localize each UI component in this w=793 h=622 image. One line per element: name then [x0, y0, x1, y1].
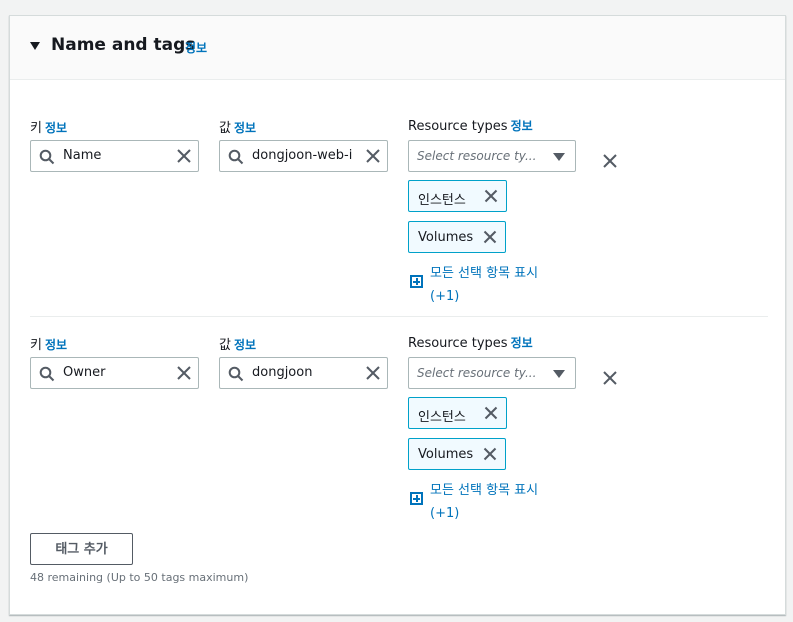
dismiss-token-icon[interactable]	[483, 447, 497, 461]
collapse-caret-icon[interactable]	[30, 42, 40, 50]
remove-tag-icon[interactable]	[602, 153, 618, 169]
show-all-line2: (+1)	[430, 289, 460, 304]
resource-token-label: Volumes	[418, 447, 474, 462]
key-input-value: Owner	[63, 365, 106, 380]
panel-title: Name and tags	[51, 35, 196, 55]
show-all-line1: 모든 선택 항목 표시	[430, 266, 539, 281]
dismiss-token-icon[interactable]	[484, 406, 498, 420]
row-divider	[30, 316, 768, 317]
resource-types-label: Resource types 정보	[408, 334, 533, 351]
resource-types-label-text: Resource types	[408, 336, 508, 351]
key-input[interactable]: Owner	[30, 357, 199, 389]
resource-types-info-link[interactable]: 정보	[511, 336, 533, 350]
show-all-selected-link[interactable]: 모든 선택 항목 표시 (+1)	[410, 262, 570, 308]
plus-square-icon	[410, 275, 423, 288]
show-all-text: 모든 선택 항목 표시 (+1)	[430, 262, 570, 308]
resource-types-placeholder: Select resource ty...	[417, 366, 537, 380]
value-label-text: 값	[219, 121, 231, 136]
caret-down-icon	[553, 153, 565, 161]
panel-header: Name and tags 정보	[10, 16, 785, 80]
clear-key-icon[interactable]	[176, 365, 192, 381]
key-label: 키 정보	[30, 334, 67, 353]
resource-types-placeholder: Select resource ty...	[417, 149, 537, 163]
show-all-selected-link[interactable]: 모든 선택 항목 표시 (+1)	[410, 479, 570, 525]
value-label: 값 정보	[219, 334, 256, 353]
resource-token: Volumes	[408, 438, 506, 470]
resource-token: 인스턴스	[408, 180, 507, 212]
key-info-link[interactable]: 정보	[45, 338, 67, 352]
resource-token: 인스턴스	[408, 397, 507, 429]
resource-token: Volumes	[408, 221, 506, 253]
value-info-link[interactable]: 정보	[234, 338, 256, 352]
remove-tag-icon[interactable]	[602, 370, 618, 386]
clear-key-icon[interactable]	[176, 148, 192, 164]
value-label: 값 정보	[219, 117, 256, 136]
plus-square-icon	[410, 492, 423, 505]
key-label: 키 정보	[30, 117, 67, 136]
search-icon	[228, 149, 244, 165]
caret-down-icon	[553, 370, 565, 378]
value-input[interactable]: dongjoon-web-i	[219, 140, 388, 172]
remaining-tags-text: 48 remaining (Up to 50 tags maximum)	[30, 571, 249, 584]
resource-types-select[interactable]: Select resource ty...	[408, 140, 576, 172]
value-info-link[interactable]: 정보	[234, 121, 256, 135]
resource-token-label: Volumes	[418, 230, 474, 245]
key-input-value: Name	[63, 148, 102, 163]
resource-types-select[interactable]: Select resource ty...	[408, 357, 576, 389]
value-input-value: dongjoon-web-i	[252, 148, 353, 163]
key-label-text: 키	[30, 338, 42, 353]
clear-value-icon[interactable]	[365, 148, 381, 164]
resource-types-info-link[interactable]: 정보	[511, 119, 533, 133]
key-label-text: 키	[30, 121, 42, 136]
add-tag-button[interactable]: 태그 추가	[30, 533, 133, 565]
search-icon	[39, 149, 55, 165]
resource-types-label: Resource types 정보	[408, 117, 533, 134]
name-and-tags-panel: Name and tags 정보 키 정보 Name 값 정보 dongjoon-w…	[9, 15, 786, 615]
search-icon	[39, 366, 55, 382]
dismiss-token-icon[interactable]	[484, 189, 498, 203]
search-icon	[228, 366, 244, 382]
key-input[interactable]: Name	[30, 140, 199, 172]
show-all-line2: (+1)	[430, 506, 460, 521]
show-all-text: 모든 선택 항목 표시 (+1)	[430, 479, 570, 525]
resource-types-label-text: Resource types	[408, 119, 508, 134]
value-input[interactable]: dongjoon	[219, 357, 388, 389]
value-input-value: dongjoon	[252, 365, 313, 380]
dismiss-token-icon[interactable]	[483, 230, 497, 244]
resource-token-label: 인스턴스	[418, 410, 466, 425]
key-info-link[interactable]: 정보	[45, 121, 67, 135]
resource-token-label: 인스턴스	[418, 193, 466, 208]
value-label-text: 값	[219, 338, 231, 353]
show-all-line1: 모든 선택 항목 표시	[430, 483, 539, 498]
clear-value-icon[interactable]	[365, 365, 381, 381]
panel-info-link[interactable]: 정보	[185, 39, 207, 56]
